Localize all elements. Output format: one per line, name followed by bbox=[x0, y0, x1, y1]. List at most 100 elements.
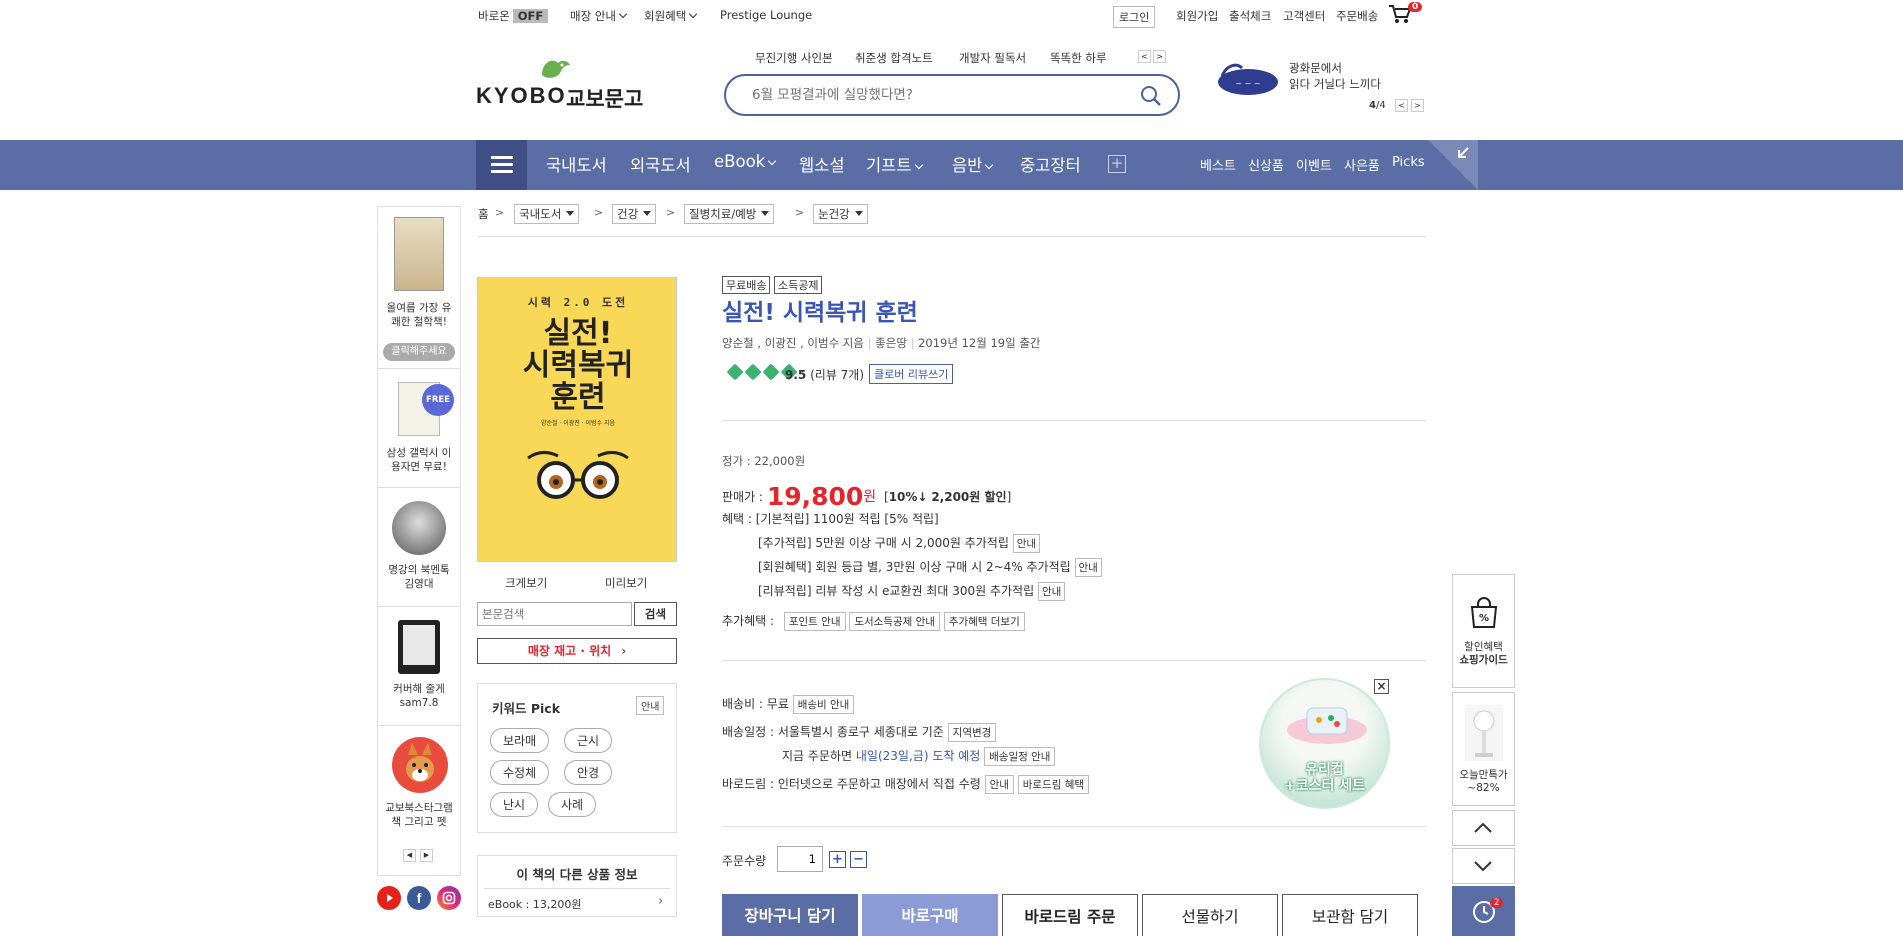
gwanghwamun-promo-logo[interactable]: ~ ~ ~ bbox=[1216, 58, 1280, 98]
promo-circle-line: 유리컵 bbox=[1305, 762, 1344, 778]
quantity-minus-button[interactable]: − bbox=[850, 851, 867, 868]
breadcrumb-level-3[interactable]: 질병치료/예방 bbox=[684, 204, 775, 224]
gift-button[interactable]: 선물하기 bbox=[1142, 894, 1278, 936]
kyobo-logo[interactable]: KYOBO 교보문고 bbox=[476, 55, 656, 111]
preview-link[interactable]: 미리보기 bbox=[605, 575, 647, 591]
login-button[interactable]: 로그인 bbox=[1113, 6, 1156, 28]
ad-card-lecture[interactable]: 명강의 북멘톡 김영대 bbox=[378, 489, 460, 607]
wishlist-button[interactable]: 보관함 담기 bbox=[1282, 894, 1418, 936]
promo-circle-banner[interactable]: 유리컵 +코스터 세트 bbox=[1259, 678, 1390, 809]
quick-link[interactable]: 개발자 필독서 bbox=[959, 50, 1026, 66]
ad-card-philosophy[interactable]: 올여름 가장 유쾌한 철학책! 클릭해주세요 bbox=[378, 207, 460, 369]
recent-view-button[interactable]: 2 bbox=[1452, 886, 1515, 936]
add-to-cart-button[interactable]: 장바구니 담기 bbox=[722, 894, 858, 936]
join-link[interactable]: 회원가입 bbox=[1176, 8, 1218, 24]
barodrim-benefit-button[interactable]: 바로드림 혜택 bbox=[1017, 775, 1090, 794]
store-info-menu[interactable]: 매장 안내 bbox=[570, 8, 628, 24]
attendance-link[interactable]: 출석체크 bbox=[1229, 8, 1271, 24]
youtube-icon[interactable] bbox=[377, 886, 401, 910]
quick-link[interactable]: 취준생 합격노트 bbox=[855, 50, 933, 66]
quantity-label: 주문수량 bbox=[722, 854, 767, 868]
customer-center-link[interactable]: 고객센터 bbox=[1283, 8, 1325, 24]
nav-sub-event[interactable]: 이벤트 bbox=[1296, 155, 1332, 174]
keyword-chip[interactable]: 사례 bbox=[548, 792, 597, 817]
breadcrumb-level-4[interactable]: 눈건강 bbox=[813, 204, 868, 224]
product-authors[interactable]: 양순철 , 이광진 , 이범수 지음 bbox=[722, 336, 864, 350]
ebook-link[interactable]: eBook : 13,200원 bbox=[488, 896, 581, 912]
breadcrumb-level-1[interactable]: 국내도서 bbox=[514, 204, 580, 224]
quick-link[interactable]: 무진기행 사인본 bbox=[755, 50, 833, 66]
order-delivery-link[interactable]: 주문배송 bbox=[1336, 8, 1378, 24]
keyword-chip[interactable]: 안경 bbox=[564, 760, 613, 785]
prestige-lounge-link[interactable]: Prestige Lounge bbox=[720, 8, 812, 22]
nav-add-icon[interactable]: + bbox=[1108, 155, 1126, 173]
ad-card-click-button[interactable]: 클릭해주세요 bbox=[383, 343, 455, 361]
nav-sub-new[interactable]: 신상품 bbox=[1248, 155, 1284, 174]
sidebar-prev-button[interactable]: ◀ bbox=[403, 849, 416, 862]
store-stock-button[interactable]: 매장 재고 · 위치 › bbox=[477, 638, 677, 664]
nav-domestic-books[interactable]: 국내도서 bbox=[546, 152, 607, 176]
nav-music[interactable]: 음반 bbox=[952, 152, 994, 176]
nav-sub-best[interactable]: 베스트 bbox=[1200, 155, 1236, 174]
benefit-extra-guide-button[interactable]: 안내 bbox=[1012, 534, 1041, 553]
point-guide-button[interactable]: 포인트 안내 bbox=[783, 612, 846, 631]
product-publisher[interactable]: 좋은땅 bbox=[875, 336, 907, 350]
baro-toggle[interactable]: 바로온 OFF bbox=[478, 8, 549, 24]
sidebar-next-button[interactable]: ▶ bbox=[420, 849, 433, 862]
nav-foreign-books[interactable]: 외국도서 bbox=[630, 152, 691, 176]
nav-web-novel[interactable]: 웹소설 bbox=[799, 152, 845, 176]
buy-now-button[interactable]: 바로구매 bbox=[862, 894, 998, 936]
today-deal-widget[interactable]: 오늘만특가 ~82% bbox=[1452, 692, 1515, 806]
scroll-down-button[interactable] bbox=[1452, 848, 1515, 884]
quick-link[interactable]: 똑똑한 하루 bbox=[1050, 50, 1107, 66]
nav-ebook[interactable]: eBook bbox=[714, 152, 777, 171]
benefit-review-guide-button[interactable]: 안내 bbox=[1037, 582, 1066, 601]
body-search-input[interactable] bbox=[477, 602, 632, 626]
body-search-button[interactable]: 검색 bbox=[634, 602, 677, 626]
book-cover-image[interactable]: 시력 2.0 도전 실전! 시력복귀 훈련 양순철 · 이광진 · 이범수 지음 bbox=[477, 277, 677, 562]
nav-sub-gifts[interactable]: 사은품 bbox=[1344, 155, 1380, 174]
breadcrumb-level-2[interactable]: 건강 bbox=[612, 204, 657, 224]
instagram-icon[interactable] bbox=[437, 886, 461, 910]
delivery-schedule-guide-button[interactable]: 배송일정 안내 bbox=[984, 747, 1056, 766]
change-region-button[interactable]: 지역변경 bbox=[947, 723, 997, 742]
nav-sub-picks[interactable]: Picks bbox=[1392, 155, 1425, 170]
benefit-member-guide-button[interactable]: 안내 bbox=[1074, 558, 1102, 577]
quantity-plus-button[interactable]: + bbox=[829, 851, 846, 868]
facebook-icon[interactable]: f bbox=[407, 886, 431, 910]
review-count[interactable]: (리뷰 7개) bbox=[810, 368, 864, 382]
quantity-input[interactable] bbox=[777, 846, 823, 872]
nav-used-market[interactable]: 중고장터 bbox=[1020, 152, 1081, 176]
search-icon[interactable] bbox=[1140, 85, 1162, 107]
keyword-chip[interactable]: 근시 bbox=[564, 728, 613, 753]
search-bar[interactable] bbox=[724, 74, 1180, 116]
nav-corner-collapse-button[interactable] bbox=[1428, 140, 1478, 190]
keyword-chip[interactable]: 보라매 bbox=[490, 728, 550, 753]
member-benefit-menu[interactable]: 회원혜택 bbox=[644, 8, 698, 24]
search-input[interactable] bbox=[752, 84, 1112, 106]
quick-link-next-button[interactable]: > bbox=[1153, 50, 1166, 63]
quick-link-prev-button[interactable]: < bbox=[1138, 50, 1151, 63]
delivery-fee-guide-button[interactable]: 배송비 안내 bbox=[792, 695, 855, 714]
cart-button[interactable]: 0 bbox=[1388, 2, 1424, 26]
ad-card-galaxy[interactable]: FREE 삼성 갤럭시 이용자면 무료! bbox=[378, 370, 460, 488]
write-review-button[interactable]: 클로버 리뷰쓰기 bbox=[869, 364, 954, 384]
promo-prev-button[interactable]: < bbox=[1395, 99, 1408, 112]
close-icon[interactable]: × bbox=[1374, 679, 1389, 694]
barodrim-order-button[interactable]: 바로드림 주문 bbox=[1002, 894, 1138, 936]
barodrim-guide-button[interactable]: 안내 bbox=[984, 775, 1014, 794]
tax-deduction-guide-button[interactable]: 도서소득공제 안내 bbox=[849, 612, 940, 631]
all-categories-button[interactable] bbox=[476, 140, 527, 190]
ad-card-sam[interactable]: 커버해 줄게 sam7.8 bbox=[378, 608, 460, 726]
breadcrumb-home[interactable]: 홈 bbox=[478, 206, 489, 222]
nav-gift[interactable]: 기프트 bbox=[866, 152, 923, 176]
shopping-guide-widget[interactable]: % 할인혜택 쇼핑가이드 bbox=[1452, 574, 1515, 688]
more-benefits-button[interactable]: 추가혜택 더보기 bbox=[943, 612, 1025, 631]
zoom-view-link[interactable]: 크게보기 bbox=[505, 575, 547, 591]
keyword-chip[interactable]: 난시 bbox=[490, 792, 539, 817]
keyword-chip[interactable]: 수정체 bbox=[490, 760, 550, 785]
ad-card-bookstagram[interactable]: 교보북스타그램 책 그리고 펫 bbox=[378, 727, 460, 847]
promo-next-button[interactable]: > bbox=[1411, 99, 1424, 112]
keyword-pick-info-button[interactable]: 안내 bbox=[636, 696, 665, 715]
scroll-up-button[interactable] bbox=[1452, 810, 1515, 846]
